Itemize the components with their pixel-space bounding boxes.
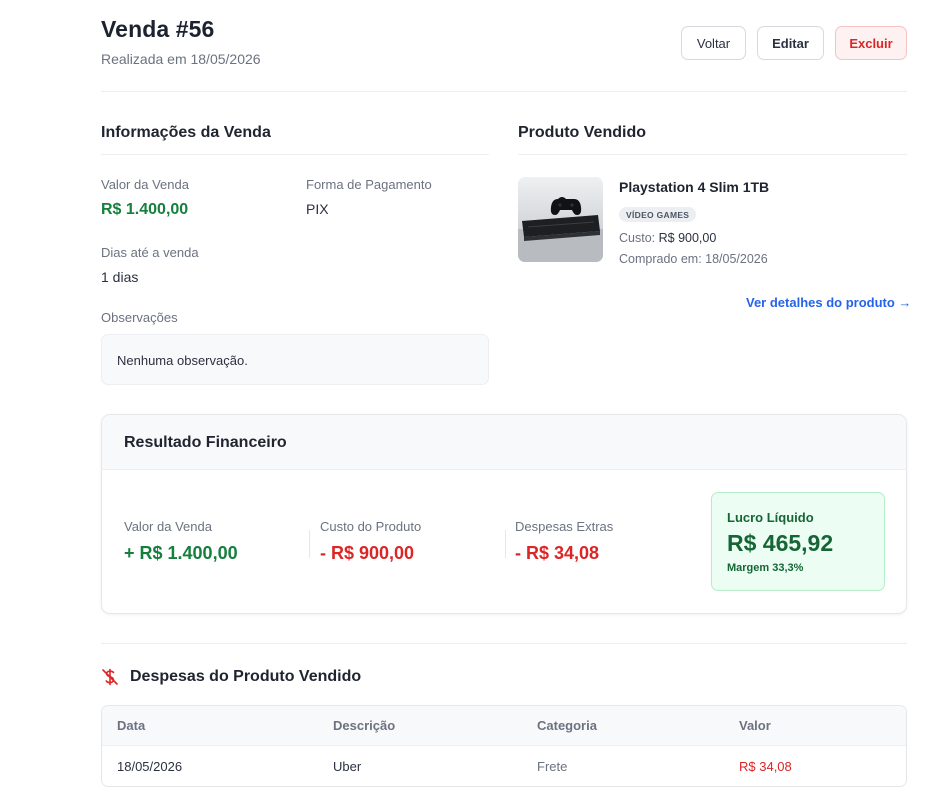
expense-value: R$ 34,08 xyxy=(739,759,792,774)
back-button[interactable]: Voltar xyxy=(681,26,746,60)
page-header: Venda #56 Realizada em 18/05/2026 Voltar… xyxy=(101,16,907,92)
edit-button[interactable]: Editar xyxy=(757,26,824,60)
net-profit-value: R$ 465,92 xyxy=(727,530,834,556)
expense-description: Uber xyxy=(333,759,362,774)
fin-cost-amount: - R$ 900,00 xyxy=(320,543,415,563)
product-sold-divider xyxy=(518,154,907,155)
financial-result-title: Resultado Financeiro xyxy=(124,434,287,451)
sale-info-title: Informações da Venda xyxy=(101,124,271,141)
view-product-details-link[interactable]: Ver detalhes do produto → xyxy=(746,295,911,310)
fin-cost-label: Custo do Produto xyxy=(320,519,422,534)
sale-date-subtitle: Realizada em 18/05/2026 xyxy=(101,51,261,67)
days-to-sale-value: 1 dias xyxy=(101,269,139,285)
table-header: Data Descrição Categoria Valor xyxy=(102,706,906,746)
fin-sale-amount: + R$ 1.400,00 xyxy=(124,543,238,563)
notes-text: Nenhuma observação. xyxy=(117,353,248,368)
sale-value: R$ 1.400,00 xyxy=(101,201,189,218)
delete-button[interactable]: Excluir xyxy=(835,26,907,60)
playstation-console-icon xyxy=(518,197,603,262)
sale-value-label: Valor da Venda xyxy=(101,177,189,192)
product-name: Playstation 4 Slim 1TB xyxy=(619,179,770,195)
column-header-category: Categoria xyxy=(537,718,597,733)
notes-box: Nenhuma observação. xyxy=(101,334,489,385)
payment-method-value: PIX xyxy=(306,201,329,217)
fin-sale-value: Valor da Venda + R$ 1.400,00 xyxy=(124,519,304,564)
column-header-date: Data xyxy=(117,718,146,733)
fin-extra-amount: - R$ 34,08 xyxy=(515,543,600,563)
sale-info-divider xyxy=(101,154,489,155)
product-image[interactable] xyxy=(518,177,603,262)
days-to-sale-label: Dias até a venda xyxy=(101,245,199,260)
expense-category: Frete xyxy=(537,759,568,774)
category-badge: VÍDEO GAMES xyxy=(619,207,697,222)
table-row[interactable]: 18/05/2026 Uber Frete R$ 34,08 xyxy=(102,746,906,786)
dollar-off-icon xyxy=(102,668,118,686)
notes-label: Observações xyxy=(101,310,178,325)
product-sold-title: Produto Vendido xyxy=(518,124,646,141)
expenses-table: Data Descrição Categoria Valor 18/05/202… xyxy=(101,705,907,787)
product-purchase-date: Comprado em: 18/05/2026 xyxy=(619,252,768,266)
fin-sale-label: Valor da Venda xyxy=(124,519,212,534)
expenses-title: Despesas do Produto Vendido xyxy=(130,668,362,685)
product-cost: Custo: R$ 900,00 xyxy=(619,231,716,245)
financial-result-header: Resultado Financeiro xyxy=(102,415,906,470)
fin-divider xyxy=(309,530,310,558)
fin-divider xyxy=(505,530,506,558)
profit-margin: Margem 33,3% xyxy=(727,562,804,574)
page-title: Venda #56 xyxy=(101,16,215,42)
fin-product-cost: Custo do Produto - R$ 900,00 xyxy=(320,519,500,564)
payment-method-label: Forma de Pagamento xyxy=(306,177,432,192)
column-header-value: Valor xyxy=(739,718,771,733)
product-cost-label: Custo: xyxy=(619,231,656,245)
expense-date: 18/05/2026 xyxy=(117,759,183,774)
product-cost-value: R$ 900,00 xyxy=(658,231,717,245)
fin-extra-label: Despesas Extras xyxy=(515,519,614,534)
financial-result-card: Resultado Financeiro Valor da Venda + R$… xyxy=(101,414,907,614)
fin-extra-expenses: Despesas Extras - R$ 34,08 xyxy=(515,519,695,564)
net-profit-box: Lucro Líquido R$ 465,92 Margem 33,3% xyxy=(711,492,885,591)
expenses-divider xyxy=(101,643,907,644)
net-profit-label: Lucro Líquido xyxy=(727,510,814,525)
column-header-description: Descrição xyxy=(333,718,396,733)
